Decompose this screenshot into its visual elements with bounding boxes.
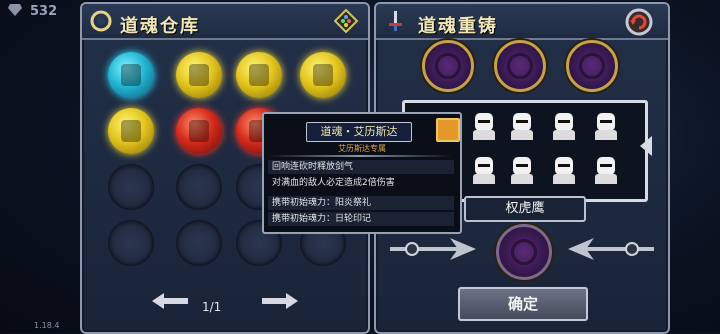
hero-portrait[interactable] xyxy=(551,155,577,185)
selected-hero-name: 权虎鹰 xyxy=(464,196,586,222)
hero-portrait[interactable] xyxy=(593,111,619,141)
hero-portrait[interactable] xyxy=(551,111,577,141)
soul-face-icon xyxy=(121,120,141,142)
tooltip-effect: 对满血的敌人必定造成2倍伤害 xyxy=(272,178,395,188)
ornament-right-icon xyxy=(568,238,654,260)
empty-soul-slot[interactable] xyxy=(108,164,154,210)
tooltip-title: 道魂・艾历斯达 xyxy=(306,122,412,142)
soul-orb[interactable] xyxy=(176,108,222,154)
reforge-header: 道魂重铸 xyxy=(376,4,668,40)
sword-icon xyxy=(389,11,402,31)
soul-tooltip: 道魂・艾历斯达 艾历斯达专属 回响连砍时释放剑气 对满血的敌人必定造成2倍伤害 … xyxy=(262,112,462,234)
arrow-left-icon[interactable] xyxy=(152,291,188,311)
hero-portrait[interactable] xyxy=(509,155,535,185)
soul-face-icon xyxy=(189,120,209,142)
hero-portrait[interactable] xyxy=(593,155,619,185)
reforge-slot[interactable] xyxy=(566,40,618,92)
return-icon[interactable] xyxy=(624,8,654,36)
soul-orb[interactable] xyxy=(108,108,154,154)
diamond-icon xyxy=(8,4,22,16)
arrow-right-icon[interactable] xyxy=(262,291,298,311)
reforge-title: 道魂重铸 xyxy=(418,16,498,37)
hero-portrait[interactable] xyxy=(471,111,497,141)
tooltip-divider xyxy=(268,155,452,157)
chevron-left-icon[interactable] xyxy=(640,136,652,156)
dice-icon[interactable] xyxy=(334,9,358,33)
tooltip-subtitle: 艾历斯达专属 xyxy=(338,144,386,153)
confirm-button[interactable]: 确定 xyxy=(458,287,588,321)
soul-face-icon xyxy=(121,64,141,86)
reforge-slot[interactable] xyxy=(494,40,546,92)
hero-portrait[interactable] xyxy=(509,111,535,141)
soul-orb[interactable] xyxy=(108,52,154,98)
soul-face-icon xyxy=(189,64,209,86)
tooltip-effect: 携带初始魂力：日轮印记 xyxy=(268,212,454,226)
version-label: 1.18.4 xyxy=(34,321,60,330)
gem-counter: 532 xyxy=(30,4,58,19)
soul-orb[interactable] xyxy=(300,52,346,98)
storage-title: 道魂仓库 xyxy=(120,16,200,37)
ornament-left-icon xyxy=(390,238,476,260)
soul-orb[interactable] xyxy=(176,52,222,98)
page-indicator: 1/1 xyxy=(202,300,222,314)
orb-emblem-icon xyxy=(90,10,112,32)
reforge-slot[interactable] xyxy=(422,40,474,92)
storage-header: 道魂仓库 xyxy=(82,4,368,40)
empty-soul-slot[interactable] xyxy=(176,164,222,210)
soul-face-icon xyxy=(249,64,269,86)
tooltip-effect: 回响连砍时释放剑气 xyxy=(268,160,454,174)
soul-orb[interactable] xyxy=(236,52,282,98)
empty-soul-slot[interactable] xyxy=(176,220,222,266)
empty-soul-slot[interactable] xyxy=(108,220,154,266)
hero-portrait[interactable] xyxy=(471,155,497,185)
reforge-target-slot[interactable] xyxy=(496,224,552,280)
gear-badge-icon xyxy=(436,118,460,142)
tooltip-effect: 携带初始魂力：阳炎祭礼 xyxy=(268,196,454,210)
soul-face-icon xyxy=(313,64,333,86)
